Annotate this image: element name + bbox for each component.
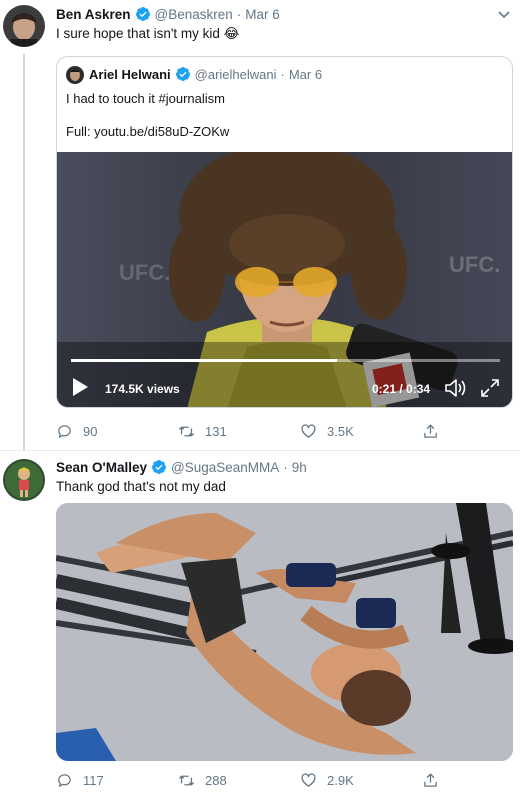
reply-icon	[58, 773, 71, 787]
tweet-text: I sure hope that isn't my kid 😂	[56, 26, 240, 41]
like-button[interactable]: 3.5K	[300, 422, 422, 440]
banner-left: UFC.	[119, 260, 170, 285]
retweet-count: 288	[205, 772, 227, 788]
tweet-ben-askren[interactable]: Ben Askren @Benaskren · Mar 6 I sure hop…	[0, 0, 520, 450]
reply-button[interactable]: 90	[56, 422, 178, 440]
chevron-down-icon[interactable]	[496, 6, 512, 22]
video-progress-bar[interactable]	[71, 359, 500, 362]
avatar-ben-askren[interactable]	[3, 5, 45, 47]
like-icon	[301, 423, 316, 438]
quoted-timestamp: Mar 6	[288, 66, 323, 82]
reply-count: 90	[83, 423, 98, 439]
share-button[interactable]	[422, 422, 452, 440]
author-name[interactable]: Sean O'Malley	[56, 460, 147, 475]
like-count: 3.5K	[327, 423, 354, 439]
quoted-tweet[interactable]: Ariel Helwani @arielhelwani · Mar 6 I ha…	[56, 56, 513, 408]
quoted-tweet-header: Ariel Helwani @arielhelwani · Mar 6	[89, 66, 322, 82]
quoted-author-handle: @arielhelwani	[194, 66, 277, 82]
like-icon	[301, 772, 316, 787]
verified-icon	[151, 459, 167, 475]
separator-dot: ·	[280, 66, 285, 82]
tweet-actions: 90 131 3.5K	[56, 422, 452, 440]
author-name[interactable]: Ben Askren	[56, 7, 131, 22]
tweet-sean-omalley[interactable]: Sean O'Malley @SugaSeanMMA · 9h Thank go…	[0, 450, 520, 796]
volume-icon[interactable]	[444, 378, 468, 398]
separator-dot: ·	[283, 459, 288, 475]
video-progress-fill	[71, 359, 337, 362]
quoted-tweet-link[interactable]: Full: youtu.be/di58uD-ZOKw	[66, 124, 229, 139]
tweet-actions: 117 288 2.9K	[56, 771, 452, 789]
author-handle[interactable]: @Benaskren	[155, 7, 233, 22]
video-frame: UFC. UFC.	[57, 152, 512, 407]
retweet-button[interactable]: 131	[178, 422, 300, 440]
fullscreen-icon[interactable]	[480, 378, 500, 398]
share-icon	[424, 423, 437, 438]
video-time: 0:21 / 0:34	[372, 382, 431, 396]
thread-line	[23, 54, 25, 450]
retweet-icon	[178, 426, 195, 436]
separator-dot: ·	[236, 6, 242, 22]
fight-photo	[56, 503, 513, 761]
play-icon[interactable]	[71, 378, 89, 396]
tweet-timestamp[interactable]: 9h	[292, 460, 307, 475]
banner-right: UFC.	[449, 252, 500, 277]
tweet-header: Sean O'Malley @SugaSeanMMA · 9h	[56, 459, 307, 475]
quoted-author-name: Ariel Helwani	[89, 66, 171, 82]
share-icon	[424, 772, 437, 787]
tweet-header: Ben Askren @Benaskren · Mar 6	[56, 6, 280, 22]
verified-icon	[175, 66, 191, 82]
video-player[interactable]: UFC. UFC. 174.5K views 0:21 / 0:34	[57, 152, 512, 407]
retweet-button[interactable]: 288	[178, 771, 300, 789]
avatar-ariel-helwani	[66, 66, 84, 84]
verified-icon	[135, 6, 151, 22]
like-count: 2.9K	[327, 772, 354, 788]
video-view-count: 174.5K views	[105, 382, 180, 396]
tweet-photo[interactable]	[56, 503, 513, 761]
retweet-count: 131	[205, 423, 227, 439]
reply-button[interactable]: 117	[56, 771, 178, 789]
reply-icon	[58, 424, 71, 438]
author-handle[interactable]: @SugaSeanMMA	[171, 460, 279, 475]
reply-count: 117	[83, 772, 104, 788]
avatar-sean-omalley[interactable]	[3, 459, 45, 501]
tweet-text: Thank god that's not my dad	[56, 479, 226, 494]
retweet-icon	[178, 775, 195, 785]
share-button[interactable]	[422, 771, 452, 789]
quoted-tweet-text: I had to touch it #journalism	[66, 91, 225, 106]
tweet-timestamp[interactable]: Mar 6	[245, 7, 280, 22]
like-button[interactable]: 2.9K	[300, 771, 422, 789]
